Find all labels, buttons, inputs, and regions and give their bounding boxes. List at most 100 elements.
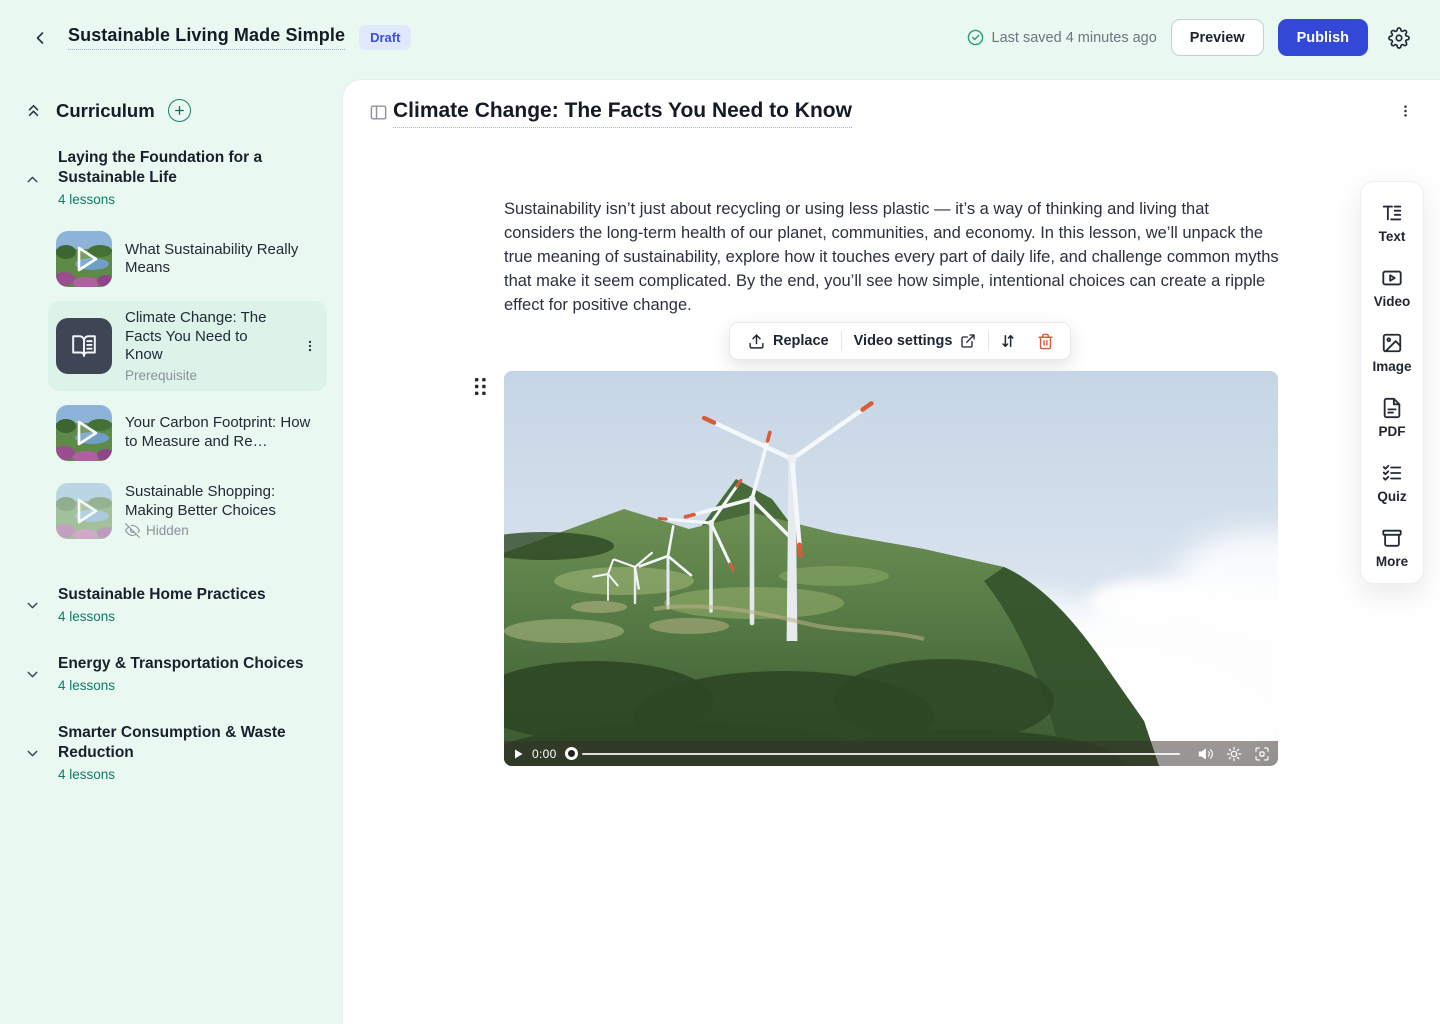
video-thumbnail [56, 483, 112, 539]
lesson-title: Your Carbon Footprint: How to Measure an… [125, 414, 319, 451]
settings-button[interactable] [1384, 23, 1414, 53]
reading-thumbnail [56, 318, 112, 374]
section-header[interactable]: Smarter Consumption & Waste Reduction 4 … [24, 723, 327, 782]
video-controls: 0:00 [504, 741, 1278, 766]
lesson-subtitle: Prerequisite [125, 368, 288, 383]
video-icon [1381, 267, 1403, 289]
preview-button[interactable]: Preview [1171, 19, 1264, 56]
lesson-count: 4 lessons [58, 678, 327, 693]
add-image-block-button[interactable]: Image [1372, 332, 1411, 374]
text-icon [1381, 202, 1403, 224]
video-thumbnail [56, 231, 112, 287]
lesson-title-heading[interactable]: Climate Change: The Facts You Need to Kn… [393, 99, 852, 128]
chevron-down-icon [24, 597, 41, 614]
quiz-checklist-icon [1381, 462, 1403, 484]
fullscreen-button[interactable] [1254, 746, 1270, 762]
chevrons-up-icon [24, 101, 43, 120]
check-circle-icon [967, 29, 984, 46]
move-block-button[interactable] [989, 323, 1027, 359]
panel-icon [369, 103, 388, 122]
topbar-actions: Last saved 4 minutes ago Preview Publish [967, 19, 1414, 56]
replace-label: Replace [773, 333, 829, 349]
save-status: Last saved 4 minutes ago [967, 29, 1157, 46]
lesson-title: What Sustainability Really Means [125, 241, 319, 278]
tool-label: Video [1374, 294, 1411, 309]
pdf-file-icon [1381, 397, 1403, 419]
section-header[interactable]: Energy & Transportation Choices 4 lesson… [24, 654, 327, 693]
block-tools-panel: Text Video Image PDF [1360, 181, 1424, 584]
topbar: Sustainable Living Made Simple Draft Las… [0, 0, 1440, 75]
section-title: Laying the Foundation for a Sustainable … [58, 149, 262, 186]
back-button[interactable] [26, 24, 54, 52]
replace-button[interactable]: Replace [736, 323, 841, 359]
trash-icon [1037, 333, 1054, 350]
delete-block-button[interactable] [1027, 323, 1064, 359]
lesson-title: Climate Change: The Facts You Need to Kn… [125, 309, 288, 365]
gear-icon [1388, 27, 1410, 49]
add-video-block-button[interactable]: Video [1374, 267, 1411, 309]
block-drag-handle[interactable] [474, 376, 487, 397]
video-time: 0:00 [532, 747, 557, 761]
collapse-all-button[interactable] [24, 101, 43, 120]
curriculum-header: Curriculum [24, 99, 327, 122]
tool-label: Text [1379, 229, 1406, 244]
add-text-block-button[interactable]: Text [1379, 202, 1406, 244]
lesson-paragraph[interactable]: Sustainability isn’t just about recyclin… [504, 197, 1282, 317]
lesson-menu-button[interactable] [301, 334, 319, 358]
section-header[interactable]: Laying the Foundation for a Sustainable … [24, 148, 327, 207]
lesson-item[interactable]: What Sustainability Really Means [48, 223, 327, 295]
volume-button[interactable] [1198, 746, 1214, 762]
player-settings-button[interactable] [1226, 746, 1242, 762]
add-quiz-block-button[interactable]: Quiz [1377, 462, 1406, 504]
scrubber-handle[interactable] [565, 747, 578, 760]
lesson-list: What Sustainability Really Means Climate… [48, 223, 327, 547]
course-title[interactable]: Sustainable Living Made Simple [68, 25, 345, 50]
publish-button[interactable]: Publish [1278, 19, 1368, 56]
lesson-item-selected[interactable]: Climate Change: The Facts You Need to Kn… [48, 301, 327, 391]
lesson-item-hidden[interactable]: Sustainable Shopping: Making Better Choi… [48, 475, 327, 547]
video-settings-label: Video settings [854, 333, 953, 349]
video-settings-button[interactable]: Video settings [842, 323, 989, 359]
progress-bar[interactable] [582, 753, 1180, 755]
tool-label: Quiz [1377, 489, 1406, 504]
video-frame-windfarm [504, 371, 1278, 766]
add-pdf-block-button[interactable]: PDF [1379, 397, 1406, 439]
curriculum-section: Sustainable Home Practices 4 lessons [24, 585, 327, 624]
chevron-left-icon [30, 28, 50, 48]
lesson-editor: Climate Change: The Facts You Need to Kn… [343, 80, 1440, 1024]
arrows-up-down-icon [999, 332, 1017, 350]
curriculum-section: Energy & Transportation Choices 4 lesson… [24, 654, 327, 693]
chevron-up-icon [24, 171, 41, 188]
plus-icon [173, 104, 186, 117]
status-badge: Draft [359, 25, 411, 50]
section-header[interactable]: Sustainable Home Practices 4 lessons [24, 585, 327, 624]
hidden-label: Hidden [146, 523, 189, 538]
image-icon [1381, 332, 1403, 354]
curriculum-sidebar: Curriculum Laying the Foundation for a S… [0, 75, 343, 1024]
kebab-icon [1398, 102, 1413, 120]
lesson-count: 4 lessons [58, 767, 327, 782]
archive-box-icon [1381, 527, 1403, 549]
curriculum-section: Smarter Consumption & Waste Reduction 4 … [24, 723, 327, 782]
lesson-options-button[interactable] [1398, 102, 1413, 120]
add-section-button[interactable] [168, 99, 191, 122]
play-button[interactable] [512, 748, 524, 760]
curriculum-section: Laying the Foundation for a Sustainable … [24, 148, 327, 547]
section-title: Energy & Transportation Choices [58, 655, 303, 672]
curriculum-title: Curriculum [56, 100, 155, 122]
lesson-count: 4 lessons [58, 609, 327, 624]
save-status-text: Last saved 4 minutes ago [992, 30, 1157, 46]
tool-label: Image [1372, 359, 1411, 374]
video-player[interactable]: 0:00 [504, 371, 1278, 766]
lesson-subtitle: Hidden [125, 523, 319, 538]
section-title: Smarter Consumption & Waste Reduction [58, 724, 286, 761]
lesson-count: 4 lessons [58, 192, 327, 207]
grip-dots-icon [474, 376, 487, 397]
toggle-sidebar-button[interactable] [369, 103, 388, 122]
video-thumbnail [56, 405, 112, 461]
more-blocks-button[interactable]: More [1376, 527, 1408, 569]
tool-label: PDF [1379, 424, 1406, 439]
lesson-item[interactable]: Your Carbon Footprint: How to Measure an… [48, 397, 327, 469]
lesson-title: Sustainable Shopping: Making Better Choi… [125, 483, 319, 520]
book-open-icon [71, 333, 97, 359]
